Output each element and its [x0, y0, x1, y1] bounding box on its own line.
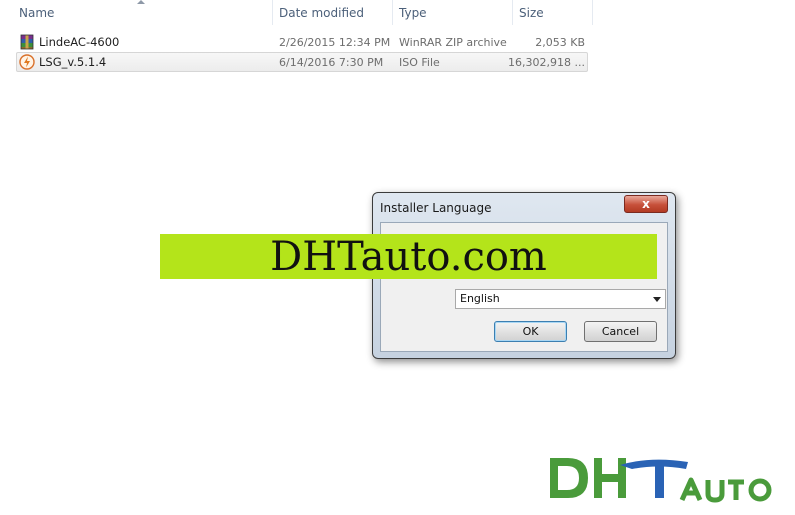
dialog-title: Installer Language: [380, 201, 492, 215]
cancel-button[interactable]: Cancel: [584, 321, 657, 342]
dhtauto-logo: [520, 438, 795, 512]
file-list-header: Name Date modified Type Size: [0, 0, 593, 25]
column-header-date-modified[interactable]: Date modified: [273, 0, 392, 25]
file-date-modified: 6/14/2016 7:30 PM: [279, 56, 384, 69]
language-select[interactable]: English: [455, 289, 666, 309]
file-type: WinRAR ZIP archive: [399, 36, 507, 49]
file-row-lindeac-4600[interactable]: LindeAC-4600 2/26/2015 12:34 PM WinRAR Z…: [16, 32, 588, 52]
file-name: LSG_v.5.1.4: [39, 55, 107, 69]
column-header-size-label: Size: [519, 6, 544, 20]
winrar-archive-icon: [20, 34, 34, 50]
file-size: 16,302,918 ...: [508, 56, 585, 69]
column-divider[interactable]: [592, 0, 593, 25]
ok-button-label: OK: [522, 325, 539, 338]
ok-button[interactable]: OK: [494, 321, 567, 342]
column-header-type-label: Type: [399, 6, 427, 20]
file-size: 2,053 KB: [535, 36, 585, 49]
file-date-modified: 2/26/2015 12:34 PM: [279, 36, 391, 49]
column-header-name-label: Name: [19, 6, 55, 20]
watermark-banner-text: DHTauto.com: [270, 234, 547, 280]
chevron-down-icon[interactable]: [653, 297, 661, 302]
column-header-date-label: Date modified: [279, 6, 365, 20]
file-row-lsg-v514[interactable]: LSG_v.5.1.4 6/14/2016 7:30 PM ISO File 1…: [16, 52, 588, 72]
dhtauto-logo-icon: [550, 458, 772, 503]
watermark-banner: DHTauto.com: [160, 234, 657, 280]
dialog-close-button[interactable]: x: [624, 195, 668, 213]
close-icon: x: [642, 197, 650, 211]
sort-ascending-icon: [137, 0, 145, 4]
column-header-size[interactable]: Size: [513, 0, 593, 25]
iso-file-icon: [19, 54, 35, 70]
file-type: ISO File: [399, 56, 440, 69]
cancel-button-label: Cancel: [601, 325, 640, 338]
column-header-type[interactable]: Type: [393, 0, 512, 25]
language-select-value: English: [460, 292, 500, 305]
file-name: LindeAC-4600: [39, 35, 120, 49]
